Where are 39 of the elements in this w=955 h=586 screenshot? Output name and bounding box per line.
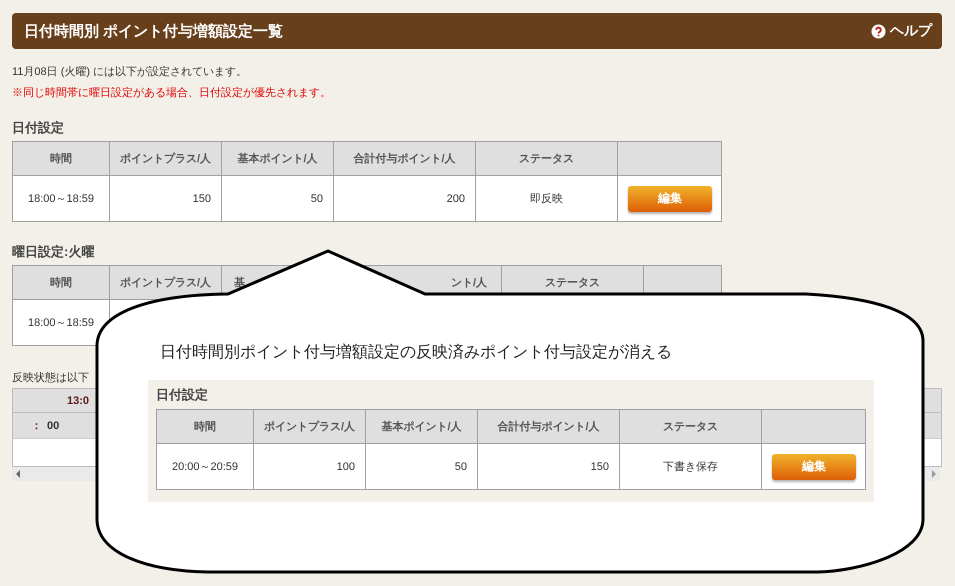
- scroll-left-icon[interactable]: [16, 470, 20, 478]
- info-note: 11月08日 (火曜) には以下が設定されています。: [12, 64, 248, 80]
- page-title: 日付時間別 ポイント付与増額設定一覧: [24, 22, 284, 40]
- table-cell: 即反映: [476, 176, 618, 222]
- table-cell: 100: [254, 444, 366, 490]
- table-cell: 20:00～20:59: [156, 444, 254, 490]
- table-cell: 18:00～18:59: [12, 176, 110, 222]
- section-title: 日付設定: [12, 120, 65, 136]
- minute-header: ：: [30, 419, 43, 433]
- section-title: 曜日設定:火曜: [12, 244, 96, 260]
- edit-button[interactable]: 編集: [772, 454, 856, 480]
- table-cell: 18:00～18:59: [12, 300, 110, 346]
- minute-header: 00: [47, 420, 60, 432]
- section-title: 日付設定: [156, 386, 209, 404]
- callout-text: 日付時間別ポイント付与増額設定の反映済みポイント付与設定が消える: [159, 343, 673, 363]
- column-header: 合計付与ポイント/人: [478, 410, 620, 444]
- table-cell: 50: [366, 444, 478, 490]
- table-cell: 150: [478, 444, 620, 490]
- help-icon: [871, 24, 886, 38]
- column-header: 基本ポイント/人: [222, 142, 334, 176]
- table-cell: 200: [334, 176, 476, 222]
- column-header: ステータス: [620, 410, 762, 444]
- column-header: 時間: [12, 266, 110, 300]
- column-header: ポイントプラス/人: [254, 410, 366, 444]
- column-header: 合計付与ポイント/人: [334, 142, 476, 176]
- table-cell: 下書き保存: [620, 444, 762, 490]
- edit-button[interactable]: 編集: [628, 186, 712, 212]
- column-header: 基本ポイント/人: [366, 410, 478, 444]
- help-link[interactable]: ヘルプ: [871, 22, 932, 40]
- status-note: 反映状態は以下: [12, 371, 89, 386]
- column-header: 時間: [156, 410, 254, 444]
- warning-note: ※同じ時間帯に曜日設定がある場合、日付設定が優先されます。: [12, 86, 332, 101]
- table-cell: 50: [222, 176, 334, 222]
- column-header: ポイントプラス/人: [110, 142, 222, 176]
- column-header: ステータス: [476, 142, 618, 176]
- table-cell: 150: [110, 176, 222, 222]
- column-header: 時間: [12, 142, 110, 176]
- hour-header: 13:0: [66, 394, 90, 406]
- column-header: ポイントプラス/人: [110, 266, 222, 300]
